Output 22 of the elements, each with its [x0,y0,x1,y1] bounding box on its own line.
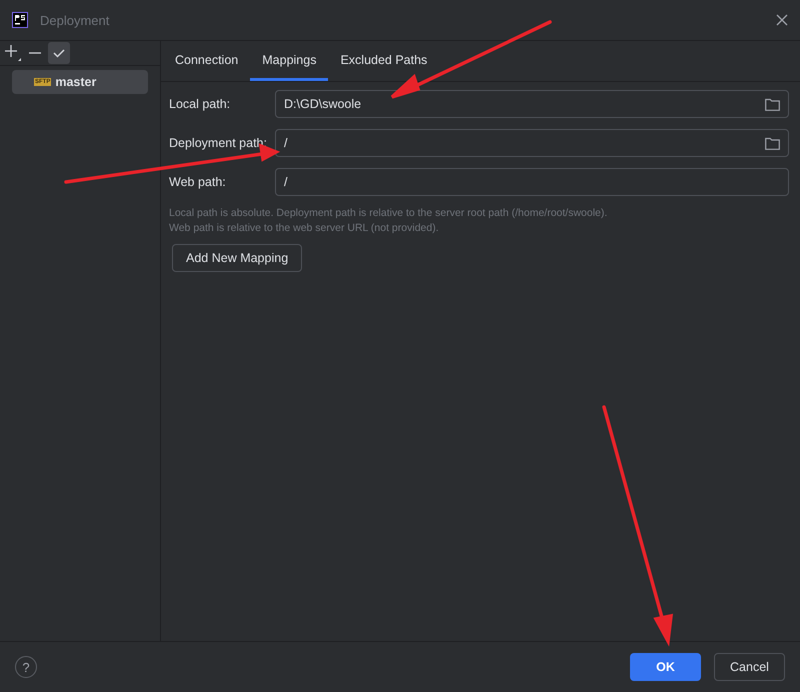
folder-icon[interactable] [765,136,780,150]
cancel-button[interactable]: Cancel [714,653,785,681]
field-label: Web path: [169,175,227,189]
add-mapping-button[interactable]: Add New Mapping [172,244,302,272]
path-field[interactable]: D:\GD\swoole [275,90,789,118]
window-title: Deployment [40,12,110,28]
tab[interactable]: Excluded Paths [328,41,440,81]
app-logo-icon [12,12,28,28]
folder-icon[interactable] [765,98,780,110]
add-icon[interactable] [4,44,22,62]
ok-button[interactable]: OK [630,653,701,681]
close-icon[interactable] [776,14,788,26]
path-field[interactable]: / [275,129,789,157]
hint-text: Local path is absolute. Deployment path is relative to the server root path (/home/root/swoole). [169,206,608,221]
path-field[interactable]: / [275,168,789,196]
tab[interactable]: Mappings [250,41,328,81]
help-button[interactable]: ? [15,656,37,678]
check-icon[interactable] [48,42,70,64]
tab[interactable]: Connection [163,41,250,81]
field-label: Deployment path: [169,136,268,150]
hint-text: Web path is relative to the web server URL (not provided). [169,221,440,236]
field-label: Local path: [169,97,232,111]
